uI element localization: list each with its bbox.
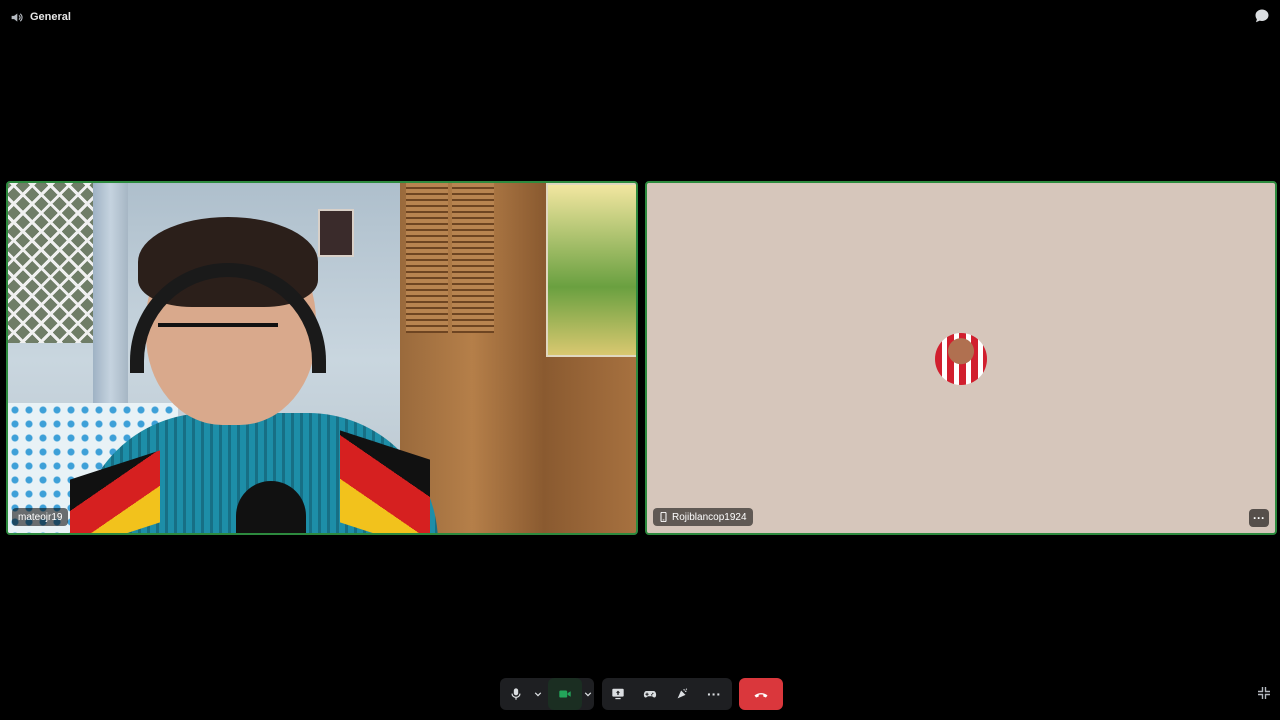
participant-name: Rojiblancop1924 bbox=[672, 511, 747, 523]
participant-tile-rojiblancop1924[interactable]: Rojiblancop1924 ··· bbox=[645, 181, 1277, 535]
speaker-icon bbox=[11, 12, 23, 22]
soundboard-icon bbox=[677, 688, 688, 699]
camera-icon bbox=[559, 690, 571, 698]
mic-options-button[interactable] bbox=[532, 678, 544, 710]
camera-button[interactable] bbox=[548, 678, 582, 710]
activity-button[interactable] bbox=[634, 678, 666, 710]
voice-channel-header: General bbox=[10, 9, 71, 25]
disconnect-button[interactable] bbox=[739, 678, 783, 710]
screen-share-icon bbox=[612, 688, 624, 700]
more-icon: ··· bbox=[707, 686, 721, 702]
participant-name-tag: Rojiblancop1924 bbox=[653, 508, 753, 526]
chat-bubble-icon bbox=[1255, 9, 1269, 23]
participant-tile-mateojr19[interactable]: mateojr19 bbox=[6, 181, 638, 535]
audio-video-controls bbox=[500, 678, 594, 710]
more-options-button[interactable]: ··· bbox=[698, 678, 730, 710]
avatar bbox=[935, 333, 987, 385]
participant-name: mateojr19 bbox=[18, 511, 63, 523]
mobile-phone-icon bbox=[660, 512, 667, 522]
gamepad-icon bbox=[643, 690, 657, 698]
chevron-down-icon bbox=[534, 692, 542, 697]
wardrobe-louver bbox=[406, 183, 448, 333]
wardrobe-louver bbox=[452, 183, 494, 333]
hang-up-icon bbox=[754, 693, 768, 698]
tile-more-button[interactable]: ··· bbox=[1249, 509, 1269, 527]
channel-name: General bbox=[30, 11, 71, 23]
activity-controls: ··· bbox=[602, 678, 732, 710]
video-poster bbox=[546, 183, 636, 357]
more-icon: ··· bbox=[1253, 511, 1265, 525]
chat-button[interactable] bbox=[1254, 8, 1270, 24]
camera-options-button[interactable] bbox=[582, 678, 594, 710]
mute-button[interactable] bbox=[500, 678, 532, 710]
video-person-glasses bbox=[158, 323, 278, 361]
chevron-down-icon bbox=[584, 692, 592, 697]
participant-name-tag: mateojr19 bbox=[12, 508, 69, 526]
top-bar: General bbox=[0, 0, 1280, 32]
video-window bbox=[8, 183, 93, 343]
exit-fullscreen-icon bbox=[1258, 687, 1270, 699]
screen-share-button[interactable] bbox=[602, 678, 634, 710]
video-picture-frame bbox=[318, 209, 354, 257]
soundboard-button[interactable] bbox=[666, 678, 698, 710]
microphone-icon bbox=[511, 688, 521, 700]
exit-fullscreen-button[interactable] bbox=[1257, 686, 1271, 700]
